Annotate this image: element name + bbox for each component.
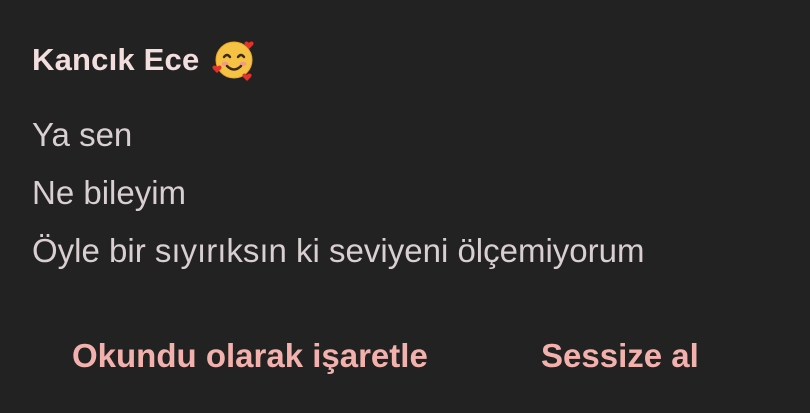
- message-line: Öyle bir sıyırıksın ki seviyeni ölçemiyo…: [32, 232, 645, 269]
- notification-actions: Okundu olarak işaretle Sessize al: [0, 326, 810, 386]
- sender-name: Kancık Ece: [32, 42, 200, 77]
- smiling-face-with-hearts-icon: [211, 37, 257, 83]
- message-line: Ya sen: [32, 116, 133, 153]
- mark-as-read-button[interactable]: Okundu olarak işaretle: [72, 326, 428, 386]
- sender-header: Kancık Ece: [32, 38, 257, 82]
- mute-button[interactable]: Sessize al: [541, 326, 699, 386]
- message-line: Ne bileyim: [32, 174, 187, 211]
- message-list: Ya sen Ne bileyim Öyle bir sıyırıksın ki…: [32, 106, 644, 280]
- notification-card[interactable]: Kancık Ece Ya sen Ne bileyim Öyle bir sı…: [0, 0, 810, 413]
